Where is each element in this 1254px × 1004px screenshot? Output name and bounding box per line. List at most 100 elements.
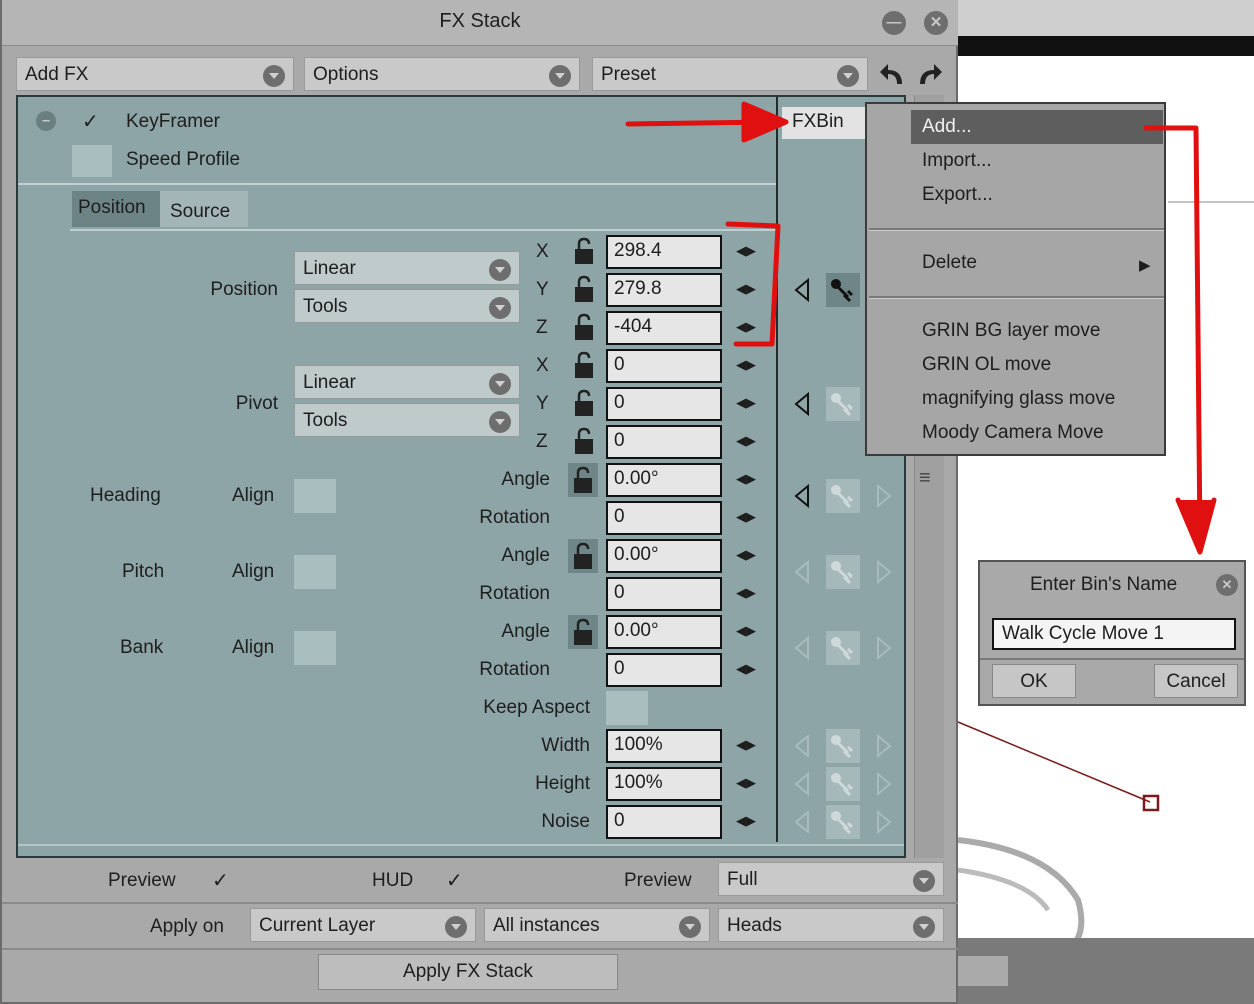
ok-button[interactable]: OK [992,664,1076,698]
bin-name-input[interactable]: Walk Cycle Move 1 [992,618,1236,650]
spin-icon[interactable]: ◀▶ [736,509,756,525]
collapse-icon[interactable]: – [36,111,56,131]
heading-align-checkbox[interactable] [294,479,336,513]
divider [2,948,958,950]
bin-name-dialog: Enter Bin's Name ✕ Walk Cycle Move 1 OK … [978,560,1246,706]
lock-icon[interactable] [572,389,596,419]
position-x-field[interactable]: 298.4 [606,235,722,269]
lock-icon[interactable] [572,237,596,267]
pitch-rotation-field[interactable]: 0 [606,577,722,611]
tab-source[interactable]: Source [170,201,230,223]
keep-aspect-label: Keep Aspect [483,697,590,718]
preview-check-icon[interactable]: ✓ [212,868,229,893]
pivot-y-label: Y [536,393,549,414]
height-field[interactable]: 100% [606,767,722,801]
menu-item-add[interactable]: Add... [922,116,972,138]
preview-mode-dropdown[interactable]: Full [718,862,944,896]
apply-fx-stack-button[interactable]: Apply FX Stack [318,954,618,990]
bank-angle-field[interactable]: 0.00° [606,615,722,649]
lock-icon[interactable] [572,313,596,343]
pivot-y-field[interactable]: 0 [606,387,722,421]
width-field[interactable]: 100% [606,729,722,763]
spin-icon[interactable]: ◀▶ [736,813,756,829]
spin-icon[interactable]: ◀▶ [736,775,756,791]
minimize-icon[interactable]: — [882,11,906,35]
redo-icon[interactable] [914,60,944,88]
bank-rotation-field[interactable]: 0 [606,653,722,687]
lock-icon[interactable] [572,351,596,381]
close-icon[interactable]: ✕ [924,11,948,35]
position-y-field[interactable]: 279.8 [606,273,722,307]
close-icon[interactable]: ✕ [1216,574,1238,596]
bank-align-checkbox[interactable] [294,631,336,665]
cancel-button[interactable]: Cancel [1154,664,1238,698]
chevron-down-icon [445,916,467,938]
check-icon[interactable]: ✓ [82,109,99,134]
hud-check-icon[interactable]: ✓ [446,868,463,893]
layer-dropdown[interactable]: Current Layer [250,908,476,942]
keyframe-controls-bank[interactable] [786,631,902,665]
heading-angle-field[interactable]: 0.00° [606,463,722,497]
pivot-tools-dropdown[interactable]: Tools [294,403,520,437]
undo-icon[interactable] [878,60,908,88]
spin-icon[interactable]: ◀▶ [736,547,756,563]
lock-icon[interactable] [568,615,598,649]
y-label: Y [536,279,549,300]
instances-value: All instances [493,915,600,936]
tab-position[interactable]: Position [72,191,160,227]
keep-aspect-checkbox[interactable] [606,691,648,725]
heads-dropdown[interactable]: Heads [718,908,944,942]
spin-icon[interactable]: ◀▶ [736,585,756,601]
spin-icon[interactable]: ◀▶ [736,737,756,753]
bank-align-label: Align [232,637,275,658]
hud-label: HUD [372,870,414,891]
spin-icon[interactable]: ◀▶ [736,395,756,411]
spin-icon[interactable]: ◀▶ [736,661,756,677]
lock-icon[interactable] [572,275,596,305]
effect-speed-profile[interactable]: Speed Profile [126,149,240,171]
preset-dropdown[interactable]: Preset [592,57,868,91]
lock-icon[interactable] [572,427,596,457]
spin-icon[interactable]: ◀▶ [736,281,756,297]
pitch-align-checkbox[interactable] [294,555,336,589]
position-tools-dropdown[interactable]: Tools [294,289,520,323]
lock-icon[interactable] [568,539,598,573]
position-interp-dropdown[interactable]: Linear [294,251,520,285]
menu-item-export[interactable]: Export... [922,184,993,206]
position-z-field[interactable]: -404 [606,311,722,345]
spin-icon[interactable]: ◀▶ [736,471,756,487]
options-dropdown[interactable]: Options [304,57,580,91]
spin-icon[interactable]: ◀▶ [736,433,756,449]
add-fx-dropdown[interactable]: Add FX [16,57,294,91]
fxbin-button[interactable]: FXBin [782,107,872,139]
keyframe-controls-pivot[interactable] [786,387,870,421]
keyframe-controls-height[interactable] [786,767,902,801]
pivot-x-field[interactable]: 0 [606,349,722,383]
pitch-angle-field[interactable]: 0.00° [606,539,722,573]
pivot-z-field[interactable]: 0 [606,425,722,459]
lock-icon[interactable] [568,463,598,497]
keyframe-controls-noise[interactable] [786,805,902,839]
menu-item-preset[interactable]: GRIN BG layer move [922,320,1100,342]
keyframe-controls-pitch[interactable] [786,555,902,589]
keyframe-controls-heading[interactable] [786,479,902,513]
spin-icon[interactable]: ◀▶ [736,357,756,373]
spin-icon[interactable]: ◀▶ [736,243,756,259]
effect-keyframer[interactable]: KeyFramer [126,111,220,133]
pivot-interp-dropdown[interactable]: Linear [294,365,520,399]
spin-icon[interactable]: ◀▶ [736,319,756,335]
menu-item-import[interactable]: Import... [922,150,992,172]
scroll-grip-icon[interactable]: ≡ [919,467,931,490]
instances-dropdown[interactable]: All instances [484,908,710,942]
speed-profile-checkbox[interactable] [72,145,112,177]
menu-item-preset[interactable]: GRIN OL move [922,354,1051,376]
heading-rotation-field[interactable]: 0 [606,501,722,535]
menu-item-preset[interactable]: Moody Camera Move [922,422,1104,444]
menu-item-delete[interactable]: Delete [922,252,977,274]
spin-icon[interactable]: ◀▶ [736,623,756,639]
keyframe-controls-width[interactable] [786,729,902,763]
menu-item-preset[interactable]: magnifying glass move [922,388,1115,410]
divider [2,902,958,904]
keyframe-controls-position[interactable] [786,273,870,307]
noise-field[interactable]: 0 [606,805,722,839]
